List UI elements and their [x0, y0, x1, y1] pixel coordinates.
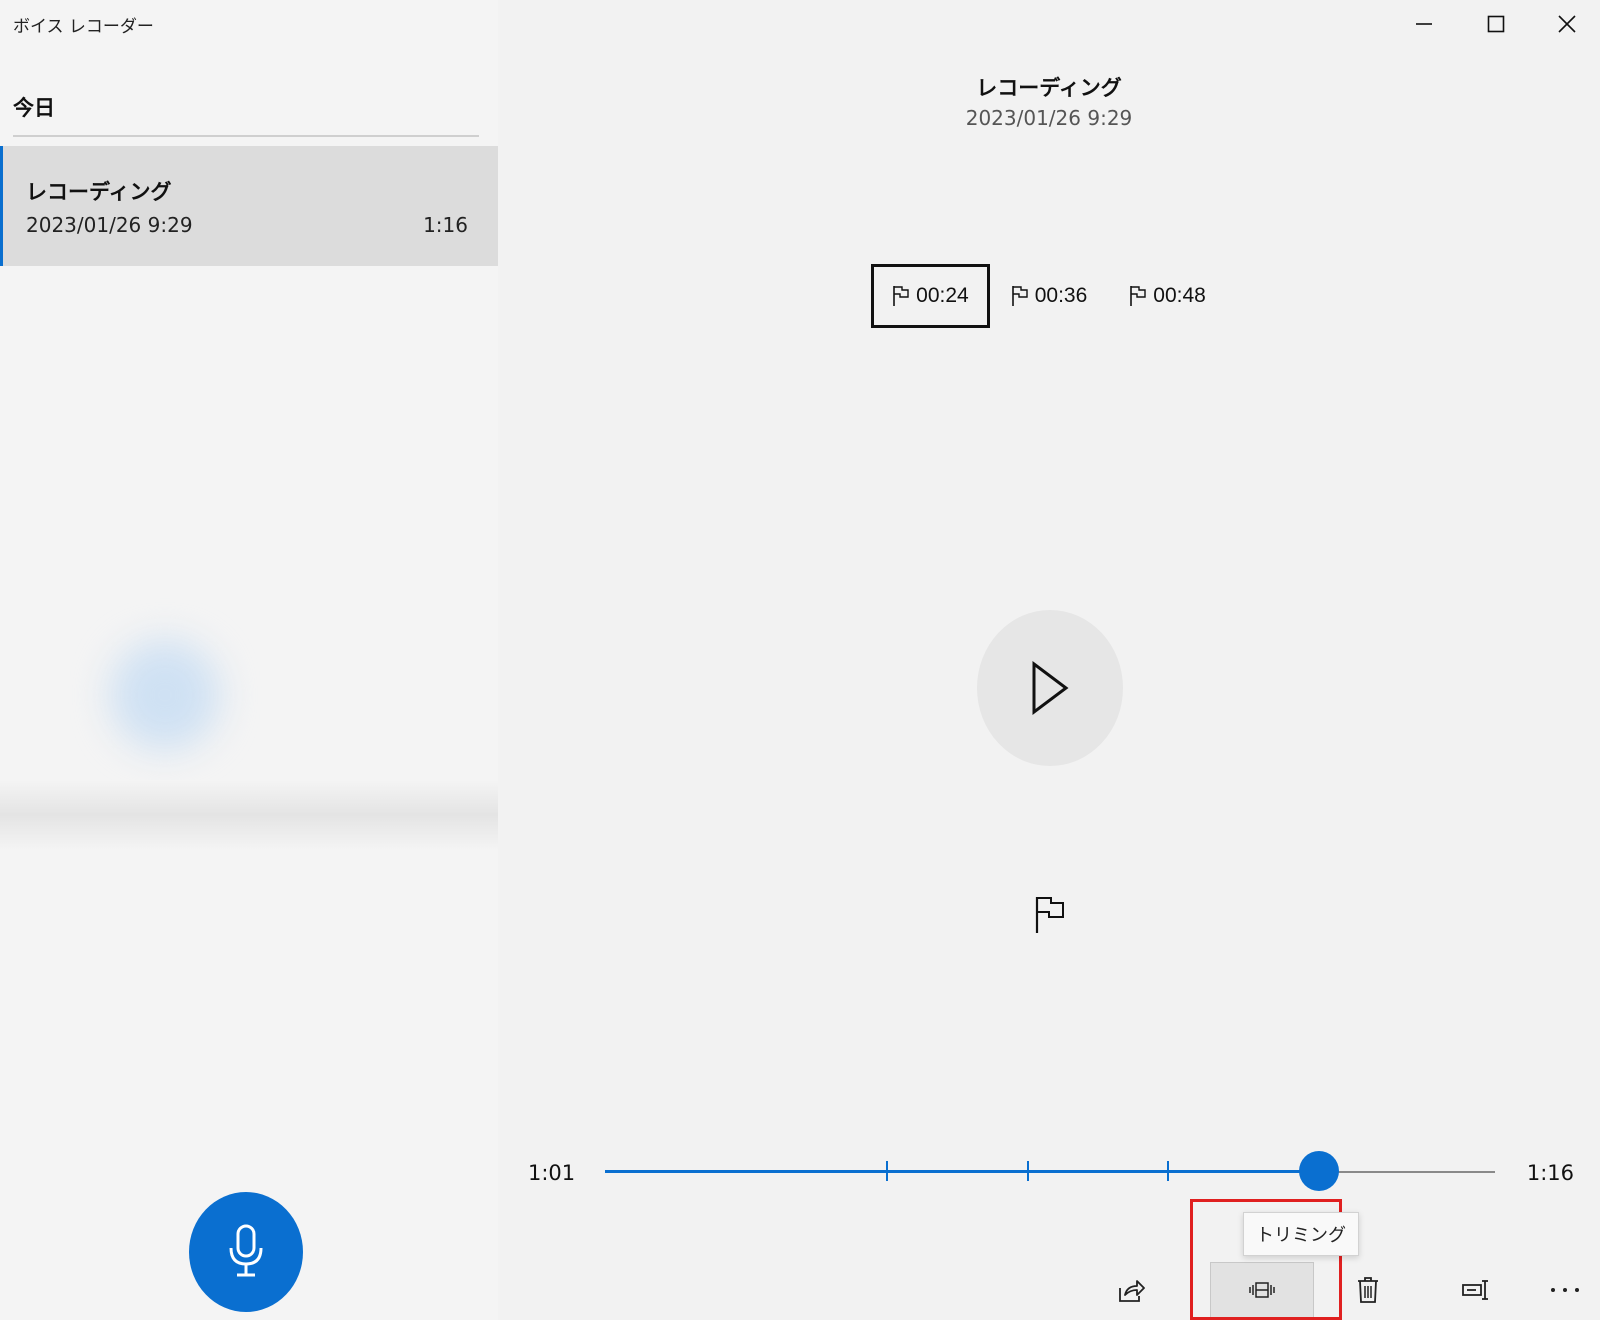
marker-chip[interactable]: 00:48 [1108, 264, 1227, 328]
seek-marker-tick [1026, 1161, 1029, 1181]
recording-item-date: 2023/01/26 9:29 [26, 213, 193, 237]
delete-icon [1358, 1277, 1378, 1303]
minimize-icon [1416, 23, 1432, 25]
marker-chip[interactable]: 00:36 [990, 264, 1109, 328]
current-time: 1:01 [528, 1161, 576, 1185]
trim-icon [1249, 1282, 1275, 1298]
markers-list: 00:24 00:36 00:48 [498, 264, 1600, 328]
minimize-button[interactable] [1389, 4, 1459, 44]
play-button[interactable] [977, 610, 1123, 766]
marker-label: 00:36 [1034, 284, 1088, 307]
flag-icon [893, 286, 909, 306]
recording-title: レコーディング [976, 76, 1122, 100]
recording-item-title: レコーディング [26, 180, 172, 204]
trim-tooltip: トリミング [1243, 1212, 1359, 1256]
app-title: ボイス レコーダー [13, 17, 154, 37]
group-divider [13, 135, 479, 137]
trim-button[interactable] [1210, 1262, 1314, 1318]
microphone-icon [229, 1224, 263, 1277]
more-icon [1551, 1288, 1579, 1292]
delete-button[interactable] [1333, 1262, 1403, 1318]
record-button[interactable] [189, 1192, 303, 1312]
recordings-pane: ボイス レコーダー 今日 レコーディング 2023/01/26 9:29 1:1… [0, 0, 498, 1320]
background-blur-band [0, 780, 498, 850]
marker-label: 00:48 [1153, 284, 1206, 307]
share-icon [1119, 1280, 1145, 1302]
seek-thumb[interactable] [1299, 1151, 1340, 1191]
share-button[interactable] [1096, 1262, 1166, 1318]
flag-icon [1130, 286, 1146, 306]
group-header-today: 今日 [13, 96, 55, 120]
rename-icon [1462, 1280, 1488, 1300]
maximize-button[interactable] [1461, 4, 1531, 44]
recording-date: 2023/01/26 9:29 [965, 106, 1133, 130]
background-blur-glow [110, 640, 220, 750]
seek-slider[interactable] [605, 1151, 1495, 1191]
recording-list-item[interactable]: レコーディング 2023/01/26 9:29 1:16 [0, 146, 498, 266]
seek-progress [605, 1170, 1320, 1173]
marker-label: 00:24 [916, 284, 969, 307]
add-marker-button[interactable] [1025, 890, 1075, 940]
maximize-icon [1487, 15, 1505, 33]
player-pane: レコーディング 2023/01/26 9:29 00:24 00:36 00:4… [498, 0, 1600, 1320]
close-icon [1558, 15, 1576, 33]
seek-marker-tick [1167, 1161, 1170, 1181]
close-button[interactable] [1532, 4, 1600, 44]
more-options-button[interactable] [1530, 1262, 1600, 1318]
recording-item-duration: 1:16 [423, 213, 468, 237]
total-time: 1:16 [1526, 1161, 1574, 1185]
marker-chip[interactable]: 00:24 [871, 264, 990, 328]
play-icon [1032, 661, 1069, 715]
flag-icon [1035, 897, 1064, 933]
rename-button[interactable] [1441, 1262, 1511, 1318]
flag-icon [1011, 286, 1028, 306]
seek-marker-tick [886, 1161, 889, 1181]
